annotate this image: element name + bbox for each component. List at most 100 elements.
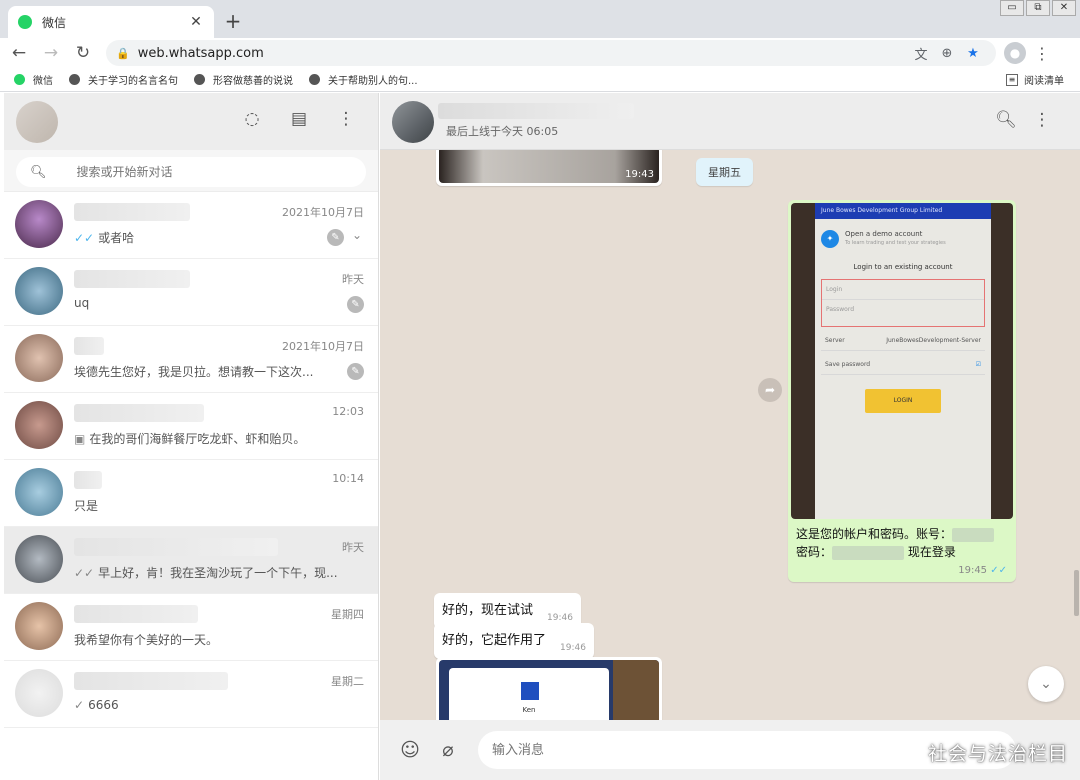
chat-preview: 只是	[74, 499, 99, 513]
browser-tab-strip: 微信 ✕ + ▭ ⧉ ✕	[0, 0, 1080, 38]
chat-name-blurred	[74, 538, 278, 556]
scroll-down-button[interactable]: ⌄	[1028, 666, 1064, 702]
new-tab-button[interactable]: +	[222, 8, 244, 34]
chat-name-blurred	[74, 672, 228, 690]
chat-list-item[interactable]: 10:14 只是	[4, 460, 378, 527]
chat-avatar[interactable]	[15, 267, 63, 315]
contact-name-blurred[interactable]	[438, 103, 634, 119]
chat-avatar[interactable]	[15, 401, 63, 449]
chat-list-item[interactable]: 昨天 ✓✓ 早上好，肯！我在圣淘沙玩了一个下午，现...	[4, 527, 378, 594]
omnibox[interactable]: 🔒 web.whatsapp.com 文 ⊕ ★	[106, 40, 996, 66]
address-bar-row: ← → ↻ 🔒 web.whatsapp.com 文 ⊕ ★ ● ⋮	[0, 38, 1080, 68]
tab-close-icon[interactable]: ✕	[188, 14, 204, 30]
chat-avatar[interactable]	[15, 535, 63, 583]
window-controls: ▭ ⧉ ✕	[1000, 0, 1076, 16]
reload-button[interactable]: ↻	[70, 43, 96, 63]
globe-icon	[194, 74, 205, 85]
pin-icon: ✎	[347, 363, 364, 380]
translate-icon[interactable]: 文	[908, 44, 934, 63]
chat-avatar[interactable]	[15, 334, 63, 382]
chat-list-item[interactable]: 昨天 uq ✎	[4, 259, 378, 326]
bookmark-item[interactable]: 微信	[14, 72, 53, 87]
bookmark-item[interactable]: 形容做慈善的说说	[194, 72, 293, 87]
search-input[interactable]	[76, 165, 317, 179]
read-tick-icon: ✓✓	[990, 565, 1007, 576]
chat-preview: ✓✓ 或者哈	[74, 231, 135, 245]
chat-list-item[interactable]: 2021年10月7日 ✓✓ 或者哈 ✎ ⌄	[4, 192, 378, 259]
message-tick-icon: ✓✓	[74, 231, 95, 245]
credentials-highlight: Login Password	[821, 279, 985, 327]
conversation-panel: 最后上线于今天 06:05 🔍︎ ⋮ 19:43 星期五 ➦ June Bowe…	[380, 93, 1080, 780]
chat-name-blurred	[74, 270, 190, 288]
image-message[interactable]: 19:43	[436, 150, 662, 186]
chat-avatar[interactable]	[15, 200, 63, 248]
chat-list-item[interactable]: 星期四 我希望你有个美好的一天。	[4, 594, 378, 661]
chat-avatar[interactable]	[15, 669, 63, 717]
scrollbar[interactable]	[1074, 570, 1079, 616]
chat-list-item[interactable]: 12:03 ▣ 在我的哥们海鲜餐厅吃龙虾、虾和贻贝。	[4, 393, 378, 460]
photo-thumbnail[interactable]: June Bowes Development Group Limited ✦ O…	[791, 203, 1013, 519]
conversation-header: 最后上线于今天 06:05 🔍︎ ⋮	[380, 93, 1080, 150]
pin-icon: ✎	[347, 296, 364, 313]
chat-time: 10:14	[332, 472, 364, 485]
chat-name-blurred	[74, 404, 204, 422]
mt-logo-icon: ✦	[821, 230, 839, 248]
contact-avatar[interactable]	[392, 101, 434, 143]
chat-list-item[interactable]: 2021年10月7日 埃德先生您好，我是贝拉。想请教一下这次... ✎	[4, 326, 378, 393]
forward-icon[interactable]: ➦	[758, 378, 782, 402]
chat-time: 星期二	[331, 675, 364, 688]
tab-title: 微信	[42, 15, 67, 30]
chat-list-panel: ◌ ▤ ⋮ 🔍︎ 2021年10月7日✓✓或者哈✎⌄昨天uq✎2021年10月7…	[4, 93, 379, 780]
day-divider: 星期五	[696, 158, 753, 186]
url-text[interactable]: web.whatsapp.com	[138, 46, 908, 61]
back-button[interactable]: ←	[6, 43, 32, 63]
attach-icon[interactable]: ⌀	[436, 739, 460, 761]
bookmark-item[interactable]: 关于学习的名言名句	[69, 72, 178, 87]
menu-icon[interactable]: ⋮	[1032, 44, 1052, 63]
my-avatar[interactable]	[16, 101, 58, 143]
chevron-down-icon[interactable]: ⌄	[352, 228, 362, 242]
new-chat-icon[interactable]: ▤	[287, 109, 311, 129]
image-message[interactable]: Ken	[436, 657, 662, 720]
chat-name-blurred	[74, 605, 198, 623]
bookmark-item[interactable]: 关于帮助别人的句...	[309, 72, 418, 87]
chat-avatar[interactable]	[15, 468, 63, 516]
chat-name-blurred	[74, 203, 190, 221]
zoom-icon[interactable]: ⊕	[934, 46, 960, 61]
app-logo-icon	[521, 682, 539, 700]
whatsapp-icon	[14, 74, 25, 85]
menu-icon[interactable]: ⋮	[334, 109, 358, 129]
search-box[interactable]: 🔍︎	[16, 157, 366, 187]
star-icon[interactable]: ★	[960, 46, 986, 61]
status-icon[interactable]: ◌	[240, 109, 264, 129]
photo-thumbnail[interactable]: Ken	[439, 660, 659, 720]
search-icon[interactable]: 🔍︎	[30, 165, 47, 180]
reading-list-button[interactable]: ≡ 阅读清单	[1006, 72, 1064, 87]
profile-icon[interactable]: ●	[1004, 42, 1026, 64]
bookmarks-bar: 微信 关于学习的名言名句 形容做慈善的说说 关于帮助别人的句... ≡ 阅读清单	[0, 68, 1080, 92]
chat-preview: 我希望你有个美好的一天。	[74, 633, 219, 647]
chat-avatar[interactable]	[15, 602, 63, 650]
chat-preview: ▣ 在我的哥们海鲜餐厅吃龙虾、虾和贻贝。	[74, 432, 306, 446]
close-window-button[interactable]: ✕	[1052, 0, 1076, 16]
minimize-button[interactable]: ▭	[1000, 0, 1024, 16]
outgoing-message[interactable]: June Bowes Development Group Limited ✦ O…	[788, 200, 1016, 582]
redacted-password	[832, 545, 905, 560]
message-caption: 这是您的帐户和密码。账号： 密码： 现在登录	[791, 519, 1013, 563]
message-tick-icon: ✓	[74, 698, 85, 712]
chat-list-item[interactable]: 星期二 ✓ 6666	[4, 661, 378, 728]
browser-tab[interactable]: 微信 ✕	[8, 6, 214, 38]
message-tick-icon: ✓✓	[74, 566, 95, 580]
message-area: 19:43 星期五 ➦ June Bowes Development Group…	[380, 150, 1080, 720]
search-icon[interactable]: 🔍︎	[994, 110, 1018, 130]
redacted-account	[952, 527, 995, 542]
forward-button[interactable]: →	[38, 43, 64, 63]
menu-icon[interactable]: ⋮	[1030, 110, 1054, 130]
restore-button[interactable]: ⧉	[1026, 0, 1050, 16]
emoji-icon[interactable]: ☺	[398, 739, 422, 761]
sidebar-header: ◌ ▤ ⋮	[4, 93, 378, 150]
chat-preview: ✓✓ 早上好，肯！我在圣淘沙玩了一个下午，现...	[74, 566, 338, 580]
lock-icon[interactable]: 🔒	[116, 47, 130, 60]
globe-icon	[309, 74, 320, 85]
incoming-message[interactable]: 好的，它起作用了 19:46	[434, 623, 594, 659]
